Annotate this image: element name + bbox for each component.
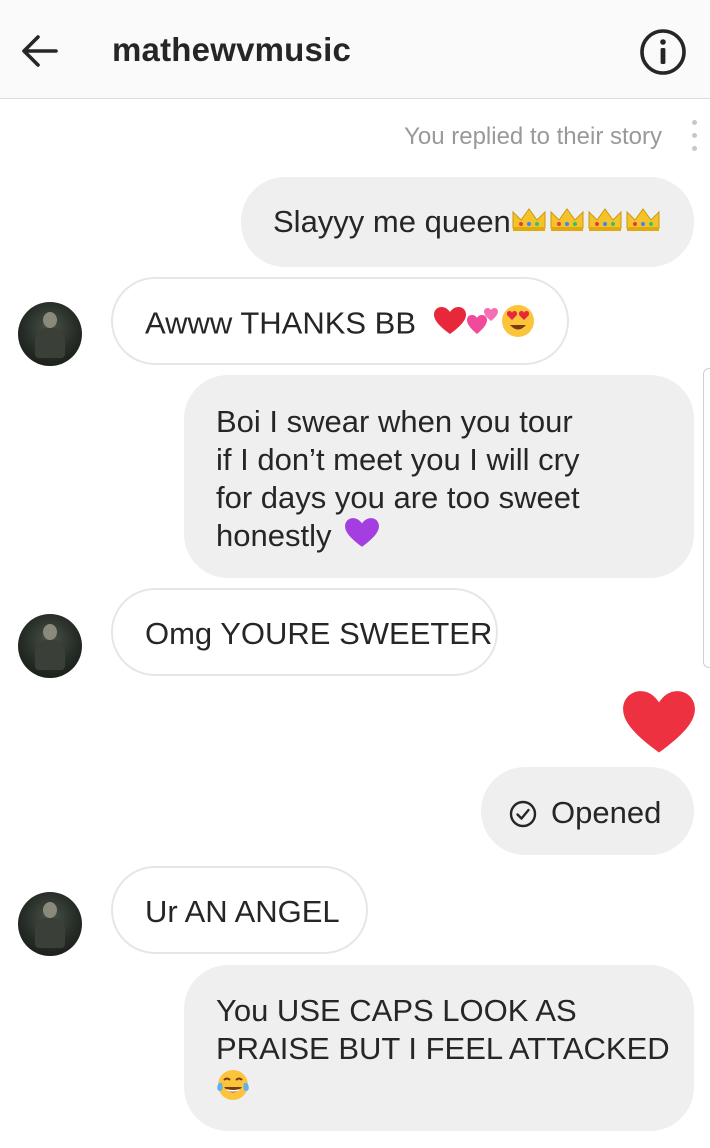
chat-header: mathewvmusic: [0, 0, 710, 99]
message-line: PRAISE BUT I FEEL ATTACKED: [216, 1031, 670, 1066]
red-heart-icon: [623, 691, 695, 753]
message-text: Awww THANKS BB: [145, 305, 417, 341]
message-line: honestly: [216, 518, 332, 553]
crown-icon: [511, 205, 663, 243]
opened-status-bubble: Opened: [481, 767, 694, 855]
info-circle-icon: [640, 29, 686, 75]
message-bubble-received[interactable]: Awww THANKS BB: [111, 277, 569, 365]
purple-heart-icon: [344, 517, 380, 558]
message-line: for days you are too sweet: [216, 480, 580, 515]
more-options-icon[interactable]: [688, 120, 700, 164]
message-text: Omg YOURE SWEETER: [145, 616, 493, 651]
message-text: Ur AN ANGEL: [145, 894, 340, 929]
arrow-left-icon: [22, 35, 58, 67]
heart-eyes-icon: [501, 304, 535, 347]
tears-of-joy-icon: [216, 1068, 250, 1111]
info-button[interactable]: [638, 27, 688, 77]
chat-title-username[interactable]: mathewvmusic: [112, 30, 351, 70]
message-bubble-received[interactable]: Omg YOURE SWEETER: [111, 588, 498, 676]
sender-avatar[interactable]: [18, 892, 82, 956]
heart-reaction[interactable]: [622, 688, 696, 756]
message-line: Boi I swear when you tour: [216, 404, 573, 439]
sender-avatar[interactable]: [18, 614, 82, 678]
message-bubble-sent[interactable]: Slayyy me queen: [241, 177, 694, 267]
two-hearts-icon: [466, 306, 501, 345]
message-line: if I don’t meet you I will cry: [216, 442, 580, 477]
message-bubble-received[interactable]: Ur AN ANGEL: [111, 866, 368, 954]
scrollbar[interactable]: [703, 368, 710, 668]
back-button[interactable]: [16, 28, 62, 74]
sender-avatar[interactable]: [18, 302, 82, 366]
story-reply-note: You replied to their story: [404, 123, 662, 150]
message-bubble-sent[interactable]: You USE CAPS LOOK AS PRAISE BUT I FEEL A…: [184, 965, 694, 1131]
message-line: You USE CAPS LOOK AS: [216, 993, 577, 1028]
red-heart-icon: [433, 306, 467, 345]
opened-status-text: Opened: [551, 794, 662, 830]
check-circle-icon: [509, 799, 537, 828]
message-bubble-sent[interactable]: Boi I swear when you tour if I don’t mee…: [184, 375, 694, 578]
message-text: Slayyy me queen: [273, 204, 511, 239]
